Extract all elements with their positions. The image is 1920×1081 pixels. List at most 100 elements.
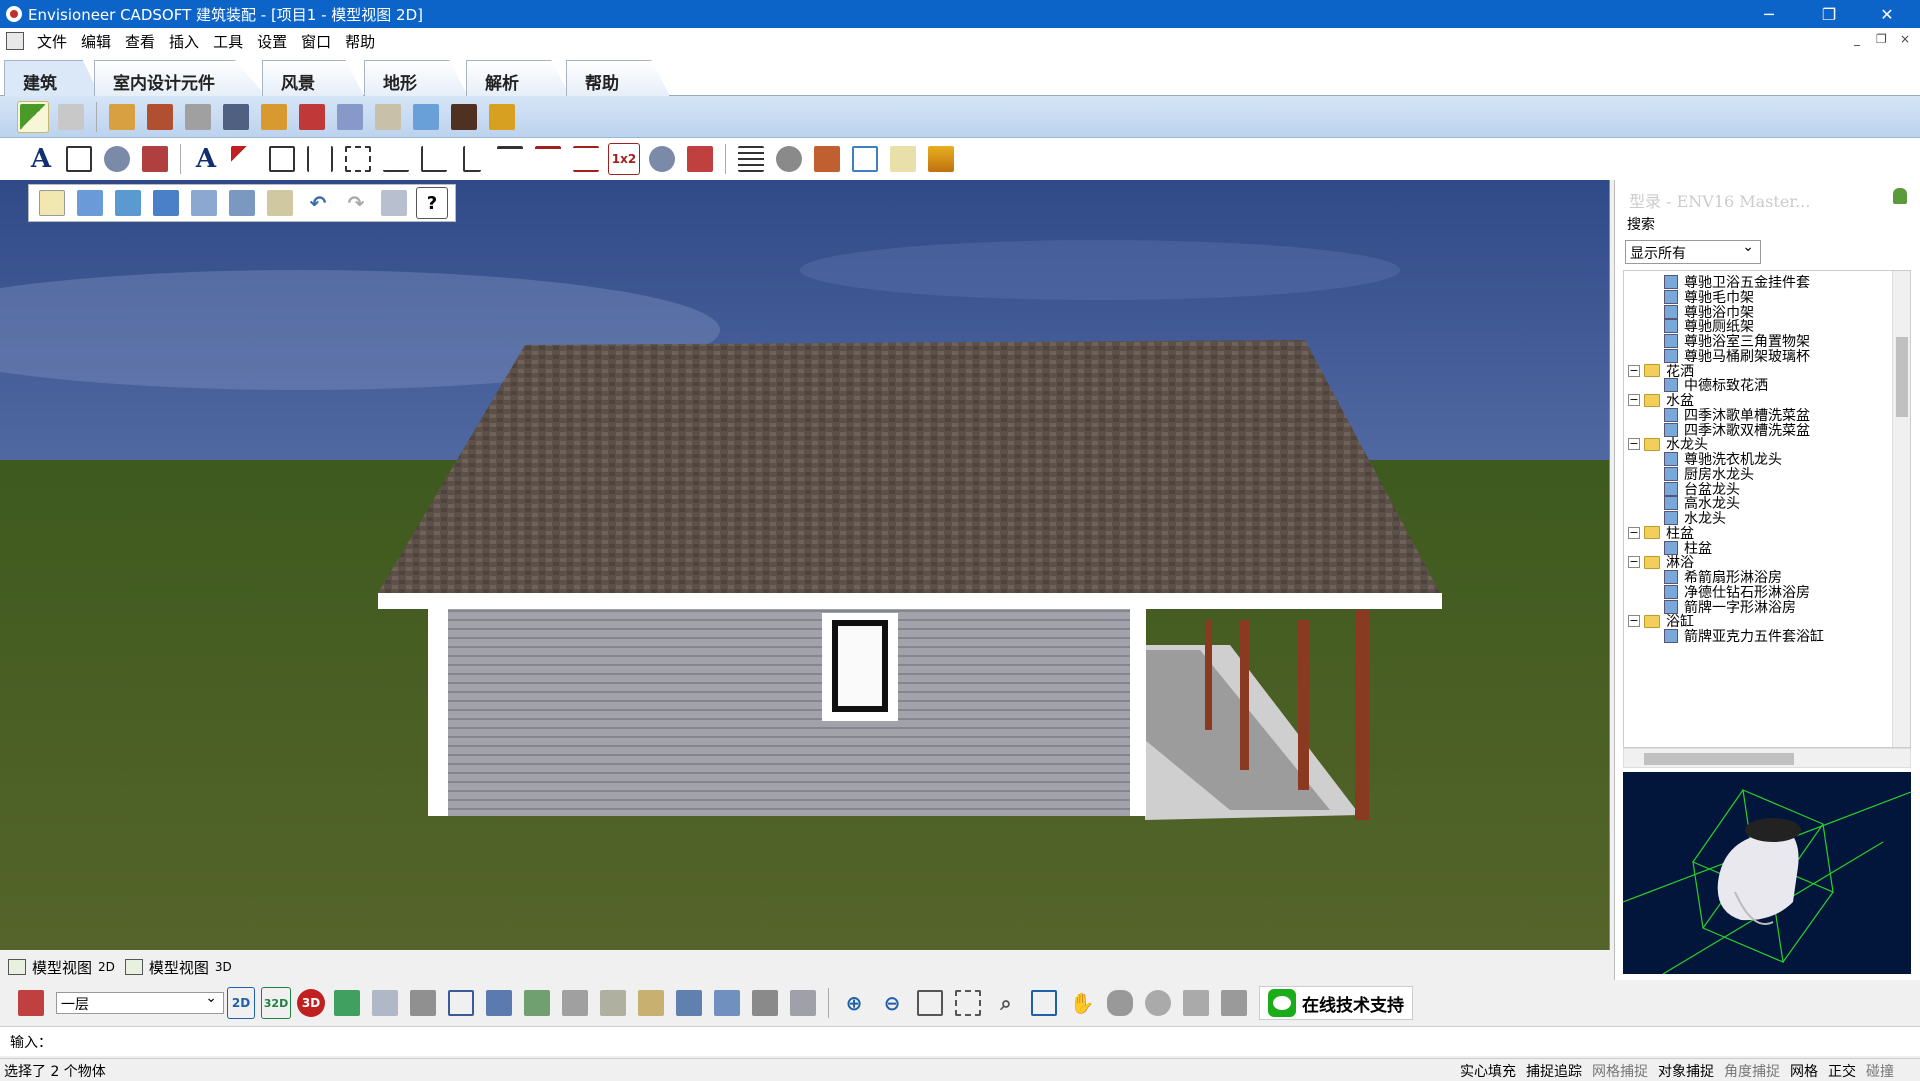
tab-landscape[interactable]: 风景	[262, 60, 364, 96]
home-view-button[interactable]	[749, 987, 781, 1019]
zoom-extents-button[interactable]	[1028, 987, 1060, 1019]
view-2d-button[interactable]: 2D	[227, 987, 255, 1019]
appliance-button[interactable]	[182, 101, 214, 133]
collapse-toggle-icon[interactable]: −	[1628, 394, 1640, 406]
command-input-row[interactable]: 输入：	[0, 1026, 1920, 1056]
text-style-button[interactable]: A	[25, 143, 57, 175]
pan-button[interactable]: ✋	[1066, 987, 1098, 1019]
picture-button[interactable]	[334, 101, 366, 133]
tree-horizontal-scrollbar[interactable]	[1623, 748, 1911, 768]
menu-help[interactable]: 帮助	[338, 31, 382, 52]
floor-dropdown[interactable]: 一层	[56, 990, 224, 1014]
collapse-toggle-icon[interactable]: −	[1628, 526, 1640, 539]
fireplace-button[interactable]	[448, 101, 480, 133]
fly-button[interactable]	[1142, 987, 1174, 1019]
menu-settings[interactable]: 设置	[250, 31, 294, 52]
stair-dim-button[interactable]	[532, 143, 564, 175]
object-info-button[interactable]	[139, 143, 171, 175]
open-template-button[interactable]	[112, 187, 144, 219]
menu-insert[interactable]: 插入	[162, 31, 206, 52]
view-3d-button[interactable]: 3D	[297, 989, 325, 1017]
collapse-toggle-icon[interactable]: −	[1628, 438, 1640, 451]
filter-button[interactable]	[559, 987, 591, 1019]
electronics-button[interactable]	[220, 101, 252, 133]
decor-button[interactable]	[296, 101, 328, 133]
schedule-button[interactable]	[735, 143, 767, 175]
collapse-toggle-icon[interactable]: −	[1628, 615, 1640, 628]
text-edit-button[interactable]	[228, 143, 260, 175]
catalog-button[interactable]	[264, 187, 296, 219]
wall-view-button[interactable]	[597, 987, 629, 1019]
tree-item[interactable]: 箭牌亚克力五件套浴缸	[1664, 627, 1824, 645]
search-label[interactable]: 搜索	[1627, 214, 1655, 234]
collapse-toggle-icon[interactable]: −	[1628, 556, 1640, 569]
furniture-button[interactable]	[258, 101, 290, 133]
vertical-dim-button[interactable]	[304, 143, 336, 175]
scale-button[interactable]: 1x2	[608, 143, 640, 175]
height-dim-button[interactable]	[570, 143, 602, 175]
zoom-window-button[interactable]	[914, 987, 946, 1019]
settings-button[interactable]	[773, 143, 805, 175]
status-toggle[interactable]: 碰撞	[1866, 1061, 1894, 1081]
text-box-button[interactable]	[266, 143, 298, 175]
filter-dropdown[interactable]: 显示所有	[1625, 239, 1761, 264]
zoom-selection-button[interactable]	[952, 987, 984, 1019]
menu-tools[interactable]: 工具	[206, 31, 250, 52]
status-toggle[interactable]: 对象捕捉	[1658, 1061, 1714, 1081]
scrollbar-thumb[interactable]	[1644, 753, 1794, 765]
document-icon[interactable]	[6, 32, 24, 50]
cross-dim-button[interactable]	[342, 143, 374, 175]
undo-button[interactable]: ↶	[302, 187, 334, 219]
status-toggle[interactable]: 捕捉追踪	[1526, 1061, 1582, 1081]
paint-brush-button[interactable]	[55, 101, 87, 133]
lamp-button[interactable]	[372, 101, 404, 133]
status-toggle[interactable]: 实心填充	[1460, 1061, 1516, 1081]
select-arrow-button[interactable]	[17, 100, 49, 133]
save-button[interactable]	[188, 187, 220, 219]
countertop-button[interactable]	[144, 101, 176, 133]
display-options-button[interactable]	[673, 987, 705, 1019]
plumbing-button[interactable]	[410, 101, 442, 133]
status-toggle[interactable]: 网格	[1790, 1061, 1818, 1081]
house-view-button[interactable]	[445, 987, 477, 1019]
angle-dim-button[interactable]	[418, 143, 450, 175]
menu-view[interactable]: 查看	[118, 31, 162, 52]
status-toggle[interactable]: 正交	[1828, 1061, 1856, 1081]
status-toggle[interactable]: 网格捕捉	[1592, 1061, 1648, 1081]
zoom-out-button[interactable]: ⊖	[876, 987, 908, 1019]
zoom-in-button[interactable]: ⊕	[838, 987, 870, 1019]
magnifier-button[interactable]: ⌕	[990, 987, 1022, 1019]
menu-edit[interactable]: 编辑	[74, 31, 118, 52]
print-button[interactable]	[378, 187, 410, 219]
walk-button[interactable]	[1104, 987, 1136, 1019]
menu-window[interactable]: 窗口	[294, 31, 338, 52]
restore-button[interactable]: ❐	[1806, 0, 1852, 28]
model-viewport[interactable]	[0, 180, 1610, 950]
zoom-extent-button[interactable]	[849, 143, 881, 175]
online-support-button[interactable]: 在线技术支持	[1259, 986, 1413, 1020]
new-file-button[interactable]	[36, 187, 68, 219]
redo-button[interactable]: ↷	[340, 187, 372, 219]
area-label-button[interactable]	[646, 143, 678, 175]
camera-button[interactable]	[521, 987, 553, 1019]
roof-view-button[interactable]	[483, 987, 515, 1019]
lock-icon[interactable]	[1893, 188, 1907, 204]
elevation-button[interactable]	[407, 987, 439, 1019]
presentation-button[interactable]	[369, 987, 401, 1019]
help-button[interactable]: ?	[416, 187, 448, 219]
tab-model-view-3d[interactable]: 模型视图 3D	[124, 957, 232, 978]
close-button[interactable]: ✕	[1864, 0, 1910, 28]
railing-button[interactable]	[494, 143, 526, 175]
tree-vertical-scrollbar[interactable]	[1892, 271, 1910, 747]
tab-model-view-2d[interactable]: 模型视图 2D	[8, 957, 115, 978]
fixture-button[interactable]	[486, 101, 518, 133]
robot-view-button[interactable]	[787, 987, 819, 1019]
dimension-button[interactable]	[63, 143, 95, 175]
tab-analysis[interactable]: 解析	[466, 60, 570, 96]
text-button[interactable]: A	[190, 143, 222, 175]
capture-button[interactable]	[1218, 987, 1250, 1019]
layers-button[interactable]	[925, 143, 957, 175]
mdi-close-button[interactable]: ×	[1900, 32, 1910, 46]
mdi-restore-button[interactable]: ❐	[1876, 32, 1887, 46]
orbit-button[interactable]	[1180, 987, 1212, 1019]
